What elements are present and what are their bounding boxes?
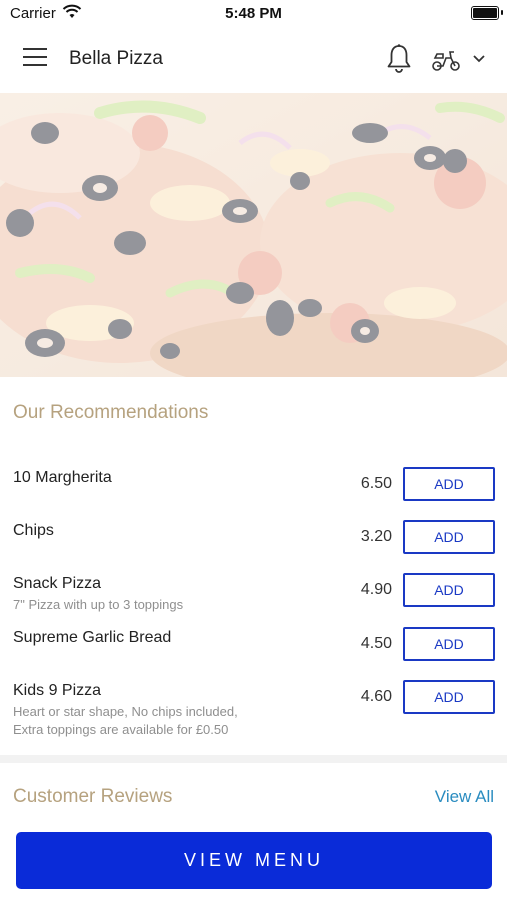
item-description-2: Extra toppings are available for £0.50 [13, 722, 229, 737]
battery-icon [471, 6, 499, 20]
restaurant-title: Bella Pizza [69, 48, 163, 69]
item-name: Supreme Garlic Bread [13, 629, 172, 646]
view-menu-button[interactable]: VIEW MENU [16, 832, 492, 889]
item-name: Snack Pizza [13, 575, 102, 592]
app-header: Bella Pizza [0, 28, 507, 92]
item-price: 3.20 [360, 528, 392, 545]
item-price: 4.60 [360, 688, 392, 705]
section-divider [0, 755, 507, 763]
item-price: 4.90 [360, 581, 392, 598]
item-name: 10 Margherita [13, 469, 112, 486]
add-button[interactable]: ADD [403, 680, 495, 714]
add-button[interactable]: ADD [403, 520, 495, 554]
item-description: Heart or star shape, No chips included, [13, 704, 238, 719]
menu-icon[interactable] [23, 48, 47, 68]
reviews-title: Customer Reviews [13, 786, 173, 807]
bell-icon[interactable] [385, 43, 413, 75]
item-description: 7" Pizza with up to 3 toppings [13, 597, 184, 612]
battery-nub [501, 10, 503, 15]
status-bar: Carrier 5:48 PM [0, 0, 507, 28]
scooter-icon[interactable] [431, 48, 461, 72]
item-price: 6.50 [360, 475, 392, 492]
chevron-down-icon[interactable] [472, 54, 486, 64]
recommendations-title: Our Recommendations [13, 402, 209, 423]
add-button[interactable]: ADD [403, 627, 495, 661]
item-price: 4.50 [360, 635, 392, 652]
clock: 5:48 PM [225, 5, 282, 22]
item-name: Chips [13, 522, 54, 539]
view-all-reviews-link[interactable]: View All [435, 787, 494, 807]
add-button[interactable]: ADD [403, 467, 495, 501]
item-name: Kids 9 Pizza [13, 682, 102, 699]
add-button[interactable]: ADD [403, 573, 495, 607]
hero-pizza-image [0, 93, 507, 377]
